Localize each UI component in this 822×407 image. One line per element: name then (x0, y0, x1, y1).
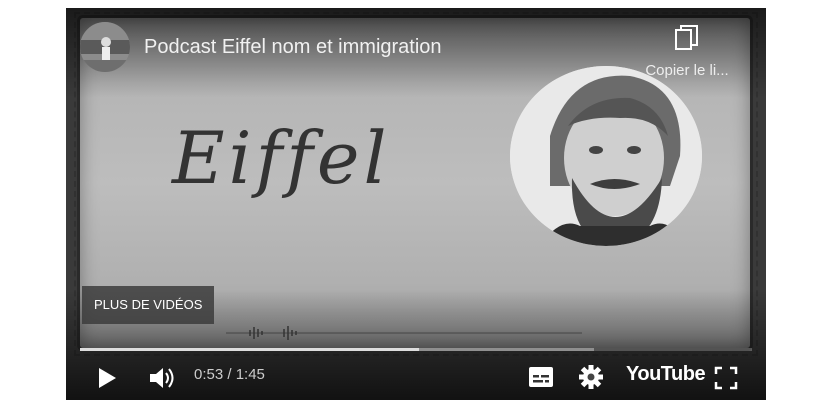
more-videos-button[interactable]: PLUS DE VIDÉOS (82, 286, 215, 324)
control-bar: 0:53 / 1:45 YouTube (66, 358, 766, 398)
progress-played (80, 348, 420, 351)
copy-link-label: Copier le li... (645, 62, 729, 79)
channel-avatar[interactable] (80, 22, 130, 72)
progress-bar[interactable] (80, 348, 752, 351)
copy-icon (675, 25, 698, 50)
time-display: 0:53 / 1:45 (194, 366, 265, 383)
play-icon[interactable] (96, 366, 118, 390)
video-title[interactable]: Podcast Eiffel nom et immigration (144, 36, 442, 59)
video-player[interactable]: Podcast Eiffel nom et immigration Copier… (66, 8, 766, 400)
gear-icon[interactable] (578, 364, 604, 390)
overlay-title-text: Eiffel (172, 116, 391, 200)
youtube-logo[interactable]: YouTube (626, 363, 706, 386)
portrait-image (510, 66, 702, 246)
copy-link-button[interactable]: Copier le li... (632, 24, 742, 79)
fullscreen-icon[interactable] (714, 366, 738, 390)
volume-icon[interactable] (148, 364, 176, 392)
subtitles-icon[interactable] (528, 366, 554, 388)
audio-waveform (226, 326, 582, 340)
